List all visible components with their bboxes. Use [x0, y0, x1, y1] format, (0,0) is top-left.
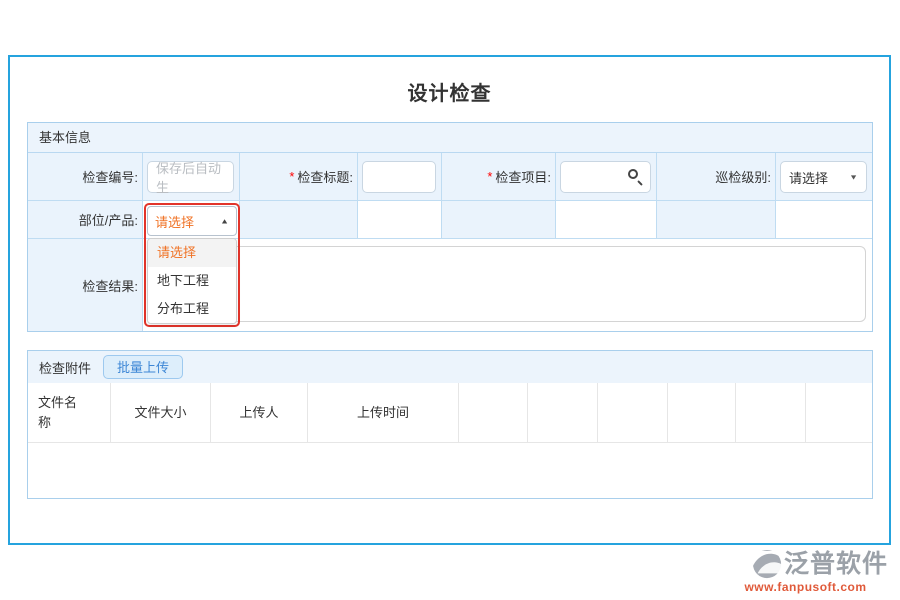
inspection-title-label: * 检查标题: [240, 153, 358, 201]
col-header-file-size: 文件大小 [111, 383, 211, 443]
patrol-level-select[interactable]: 请选择 ▼ [780, 161, 867, 193]
empty-cell [776, 201, 872, 239]
part-product-option-list: 请选择 地下工程 分布工程 [147, 238, 237, 324]
attachments-section: 检查附件 批量上传 文件名称 文件大小 上传人 上传时间 [27, 350, 873, 499]
brand-url: www.fanpusoft.com [723, 580, 888, 594]
dropdown-option[interactable]: 分布工程 [148, 295, 236, 323]
part-product-select[interactable]: 请选择 ▲ [147, 206, 237, 236]
form-window: 设计检查 基本信息 检查编号: 保存后自动生 * 检查标题: [8, 55, 891, 545]
dropdown-option[interactable]: 请选择 [148, 239, 236, 267]
attachments-title: 检查附件 [39, 358, 91, 377]
attachments-table-body-empty [28, 443, 872, 498]
search-icon[interactable] [628, 169, 644, 185]
batch-upload-button[interactable]: 批量上传 [103, 355, 183, 379]
inspection-title-cell [358, 153, 442, 201]
empty-cell [240, 201, 358, 239]
inspection-result-label: 检查结果: [28, 239, 143, 331]
col-header-empty [736, 383, 806, 443]
part-product-value: 请选择 [155, 212, 194, 231]
vendor-watermark: 泛普软件 www.fanpusoft.com [723, 549, 888, 594]
page: 设计检查 基本信息 检查编号: 保存后自动生 * 检查标题: [0, 0, 900, 600]
inspection-no-input[interactable]: 保存后自动生 [147, 161, 234, 193]
patrol-level-label: 巡检级别: [657, 153, 776, 201]
basic-info-title: 基本信息 [39, 130, 91, 145]
inspection-result-cell [143, 239, 872, 331]
inspection-project-input[interactable] [560, 161, 651, 193]
inspection-project-cell [556, 153, 657, 201]
attachments-table-header-row: 文件名称 文件大小 上传人 上传时间 [28, 383, 872, 443]
chevron-up-icon: ▲ [220, 217, 229, 225]
inspection-project-label: * 检查项目: [442, 153, 556, 201]
empty-cell [657, 201, 776, 239]
empty-cell [556, 201, 657, 239]
col-header-empty [668, 383, 736, 443]
empty-cell [442, 201, 556, 239]
form-row-1: 检查编号: 保存后自动生 * 检查标题: * 检查项目: [28, 153, 872, 201]
dropdown-option[interactable]: 地下工程 [148, 267, 236, 295]
col-header-empty [459, 383, 528, 443]
col-header-empty [806, 383, 872, 443]
part-product-dropdown-highlight: 请选择 ▲ 请选择 地下工程 分布工程 [144, 203, 240, 327]
empty-cell [358, 201, 442, 239]
inspection-result-textarea[interactable] [149, 246, 866, 322]
patrol-level-value: 请选择 [789, 168, 828, 187]
part-product-label: 部位/产品: [28, 201, 143, 239]
inspection-no-cell: 保存后自动生 [143, 153, 240, 201]
col-header-empty [598, 383, 668, 443]
page-title: 设计检查 [10, 77, 889, 106]
inspection-title-input[interactable] [362, 161, 436, 193]
col-header-file-name: 文件名称 [28, 383, 111, 443]
basic-info-section: 基本信息 检查编号: 保存后自动生 * 检查标题: [27, 122, 873, 332]
col-header-upload-time: 上传时间 [308, 383, 459, 443]
required-icon: * [487, 169, 492, 184]
required-icon: * [289, 169, 294, 184]
col-header-uploader: 上传人 [211, 383, 308, 443]
inspection-no-placeholder: 保存后自动生 [156, 158, 225, 196]
patrol-level-cell: 请选择 ▼ [776, 153, 872, 201]
attachments-header: 检查附件 批量上传 [28, 351, 872, 383]
inspection-no-label: 检查编号: [28, 153, 143, 201]
brand-name: 泛普软件 [784, 552, 888, 577]
col-header-empty [528, 383, 598, 443]
fanpu-logo-icon [752, 549, 782, 579]
basic-info-header: 基本信息 [28, 123, 872, 153]
chevron-down-icon: ▼ [849, 173, 858, 181]
